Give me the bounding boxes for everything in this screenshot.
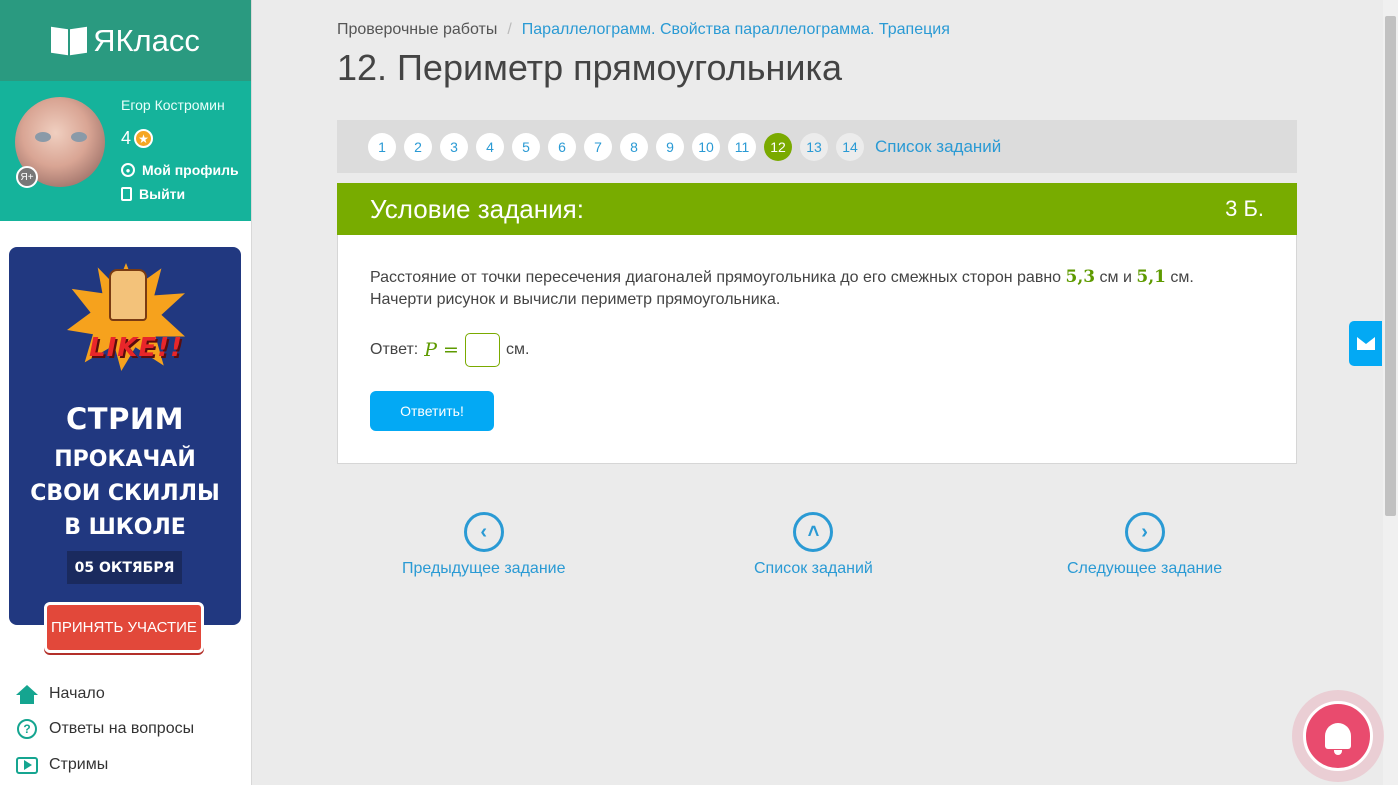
task-number-active[interactable]: 12 [764, 132, 792, 161]
math-value: 5,3 [1065, 267, 1096, 287]
prev-task-label: Предыдущее задание [402, 560, 566, 577]
nav-streams[interactable]: Стримы [16, 754, 108, 776]
task-list-link[interactable]: Список заданий [875, 137, 1001, 157]
condition-title: Условие задания: [370, 193, 584, 224]
task-number[interactable]: 3 [440, 132, 468, 161]
logo[interactable]: ЯКласс [0, 0, 251, 81]
task-list-bottom-label: Список заданий [754, 560, 873, 577]
task-number[interactable]: 13 [800, 132, 828, 161]
sidebar: ЯКласс Егор Костромин 4 ★ ● Мой профиль … [0, 0, 252, 785]
answer-variable: P = [424, 339, 459, 361]
user-name: Егор Костромин [121, 97, 225, 113]
feedback-tab[interactable] [1349, 321, 1382, 366]
prev-task-link[interactable]: ‹ Предыдущее задание [402, 512, 565, 578]
condition-points: 3 Б. [1225, 196, 1264, 221]
promo-join-button[interactable]: ПРИНЯТЬ УЧАСТИЕ [44, 602, 204, 653]
chevron-up-icon: ˄ [793, 512, 834, 552]
task-number[interactable]: 11 [728, 132, 756, 161]
question-icon: ? [16, 718, 38, 740]
next-task-label: Следующее задание [1067, 560, 1223, 577]
submit-answer-button[interactable]: Ответить! [370, 391, 494, 431]
promo-banner[interactable]: LIKE!! СТРИМ ПРОКАЧАЙ СВОИ СКИЛЛЫ В ШКОЛ… [9, 247, 241, 625]
nav-answers-label: Ответы на вопросы [49, 720, 195, 737]
task-number[interactable]: 14 [836, 132, 864, 161]
promo-title: СТРИМ [66, 402, 184, 436]
scrollbar-thumb[interactable] [1385, 16, 1396, 516]
scrollbar[interactable] [1383, 0, 1398, 785]
home-icon [16, 683, 38, 705]
task-list-bottom-link[interactable]: ˄ Список заданий [754, 512, 873, 578]
task-number[interactable]: 6 [548, 132, 576, 161]
logout-link[interactable]: Выйти [121, 186, 185, 202]
task-navigation: 1 2 3 4 5 6 7 8 9 10 11 12 13 14 Список … [337, 120, 1297, 173]
task-number[interactable]: 2 [404, 132, 432, 161]
task-number[interactable]: 8 [620, 132, 648, 161]
chevron-right-icon: › [1124, 512, 1165, 552]
profile-link-label: Мой профиль [142, 162, 239, 178]
nav-home-label: Начало [49, 685, 105, 702]
profile-link[interactable]: ● Мой профиль [121, 162, 239, 178]
nav-streams-label: Стримы [49, 756, 109, 773]
breadcrumb: Проверочные работы / Параллелограмм. Сво… [337, 21, 950, 39]
problem-text: Расстояние от точки пересечения диагонал… [370, 267, 1194, 308]
page-title: 12. Периметр прямоугольника [337, 47, 843, 88]
next-task-link[interactable]: › Следующее задание [1067, 512, 1222, 578]
yaklass-plus-badge-icon: Я+ [16, 166, 38, 188]
user-block: Егор Костромин 4 ★ ● Мой профиль Выйти [0, 81, 251, 221]
score-value: 4 [121, 128, 132, 148]
chevron-left-icon: ‹ [463, 512, 504, 552]
answer-row: Ответ: P = см. [370, 333, 529, 367]
user-score: 4 ★ [121, 128, 154, 149]
logout-link-label: Выйти [139, 186, 186, 202]
play-icon [16, 754, 38, 776]
door-icon [121, 187, 132, 201]
user-icon: ● [121, 163, 135, 177]
notifications-button[interactable] [1292, 690, 1384, 782]
mail-icon [1356, 337, 1375, 350]
task-number[interactable]: 7 [584, 132, 612, 161]
task-number[interactable]: 10 [692, 132, 720, 161]
answer-label: Ответ: [370, 341, 419, 358]
math-value: 5,1 [1136, 267, 1166, 287]
condition-header: Условие задания: 3 Б. [337, 183, 1297, 235]
bell-icon [1325, 723, 1351, 755]
book-icon [51, 26, 88, 55]
thumbs-up-icon [109, 269, 147, 321]
condition-body: Расстояние от точки пересечения диагонал… [337, 235, 1297, 464]
task-number[interactable]: 5 [512, 132, 540, 161]
answer-input[interactable] [464, 333, 500, 367]
star-icon: ★ [134, 129, 154, 148]
task-number[interactable]: 1 [368, 132, 396, 161]
breadcrumb-separator: / [507, 21, 512, 38]
task-number[interactable]: 4 [476, 132, 504, 161]
nav-answers[interactable]: ? Ответы на вопросы [16, 718, 194, 740]
promo-subtitle: ПРОКАЧАЙ СВОИ СКИЛЛЫ В ШКОЛЕ [30, 447, 220, 540]
nav-home[interactable]: Начало [16, 683, 105, 705]
promo-date: 05 ОКТЯБРЯ [67, 551, 182, 584]
task-number[interactable]: 9 [656, 132, 684, 161]
logo-text: ЯКласс [93, 22, 200, 58]
breadcrumb-root[interactable]: Проверочные работы [337, 21, 497, 39]
breadcrumb-current[interactable]: Параллелограмм. Свойства параллелограмма… [522, 21, 950, 39]
answer-unit: см. [505, 341, 530, 358]
promo-badge: LIKE!! [89, 333, 183, 363]
